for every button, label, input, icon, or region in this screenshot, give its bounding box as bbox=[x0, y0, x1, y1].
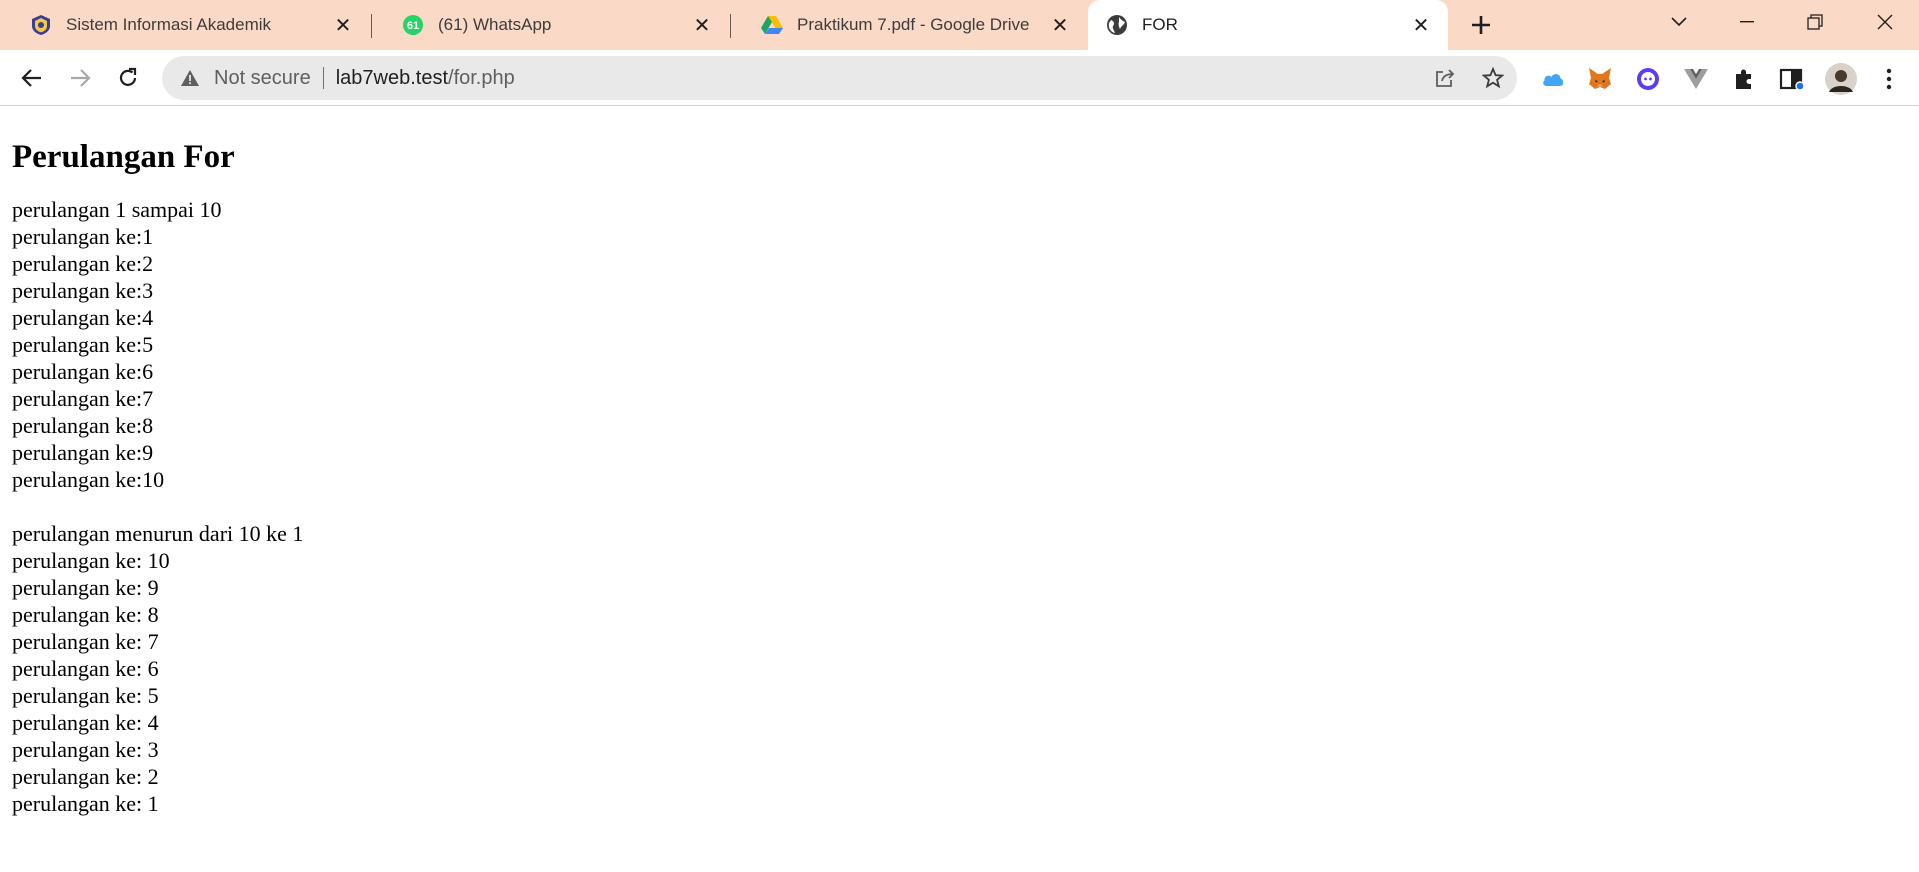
loop-line: perulangan ke:10 bbox=[12, 466, 165, 492]
university-crest-icon bbox=[30, 14, 52, 36]
profile-avatar[interactable] bbox=[1823, 61, 1859, 97]
loop-line: perulangan ke: 8 bbox=[12, 601, 159, 627]
close-window-icon[interactable] bbox=[1851, 0, 1919, 44]
metamask-fox-icon[interactable] bbox=[1585, 64, 1615, 94]
loop-line: perulangan ke:4 bbox=[12, 304, 154, 330]
loop-line: perulangan ke: 5 bbox=[12, 682, 159, 708]
browser-toolbar: Not secure lab7web.test/for.php bbox=[0, 50, 1919, 106]
loop-line: perulangan ke:5 bbox=[12, 331, 154, 357]
loop-line: perulangan ke: 1 bbox=[12, 790, 159, 816]
menu-kebab-icon[interactable] bbox=[1874, 64, 1904, 94]
restore-icon[interactable] bbox=[1781, 0, 1849, 44]
loop-line: perulangan ke: 7 bbox=[12, 628, 159, 654]
loop-line: perulangan ke:6 bbox=[12, 358, 154, 384]
descending-loop-output: perulangan menurun dari 10 ke 1 perulang… bbox=[12, 520, 1892, 817]
loop-line: perulangan ke: 10 bbox=[12, 547, 170, 573]
loop-line: perulangan ke: 2 bbox=[12, 763, 159, 789]
tab-title: FOR bbox=[1142, 15, 1178, 34]
globe-icon bbox=[1106, 14, 1128, 36]
back-arrow-icon[interactable] bbox=[16, 62, 48, 94]
address-bar[interactable]: Not secure lab7web.test/for.php bbox=[162, 56, 1517, 100]
close-tab-icon[interactable]: ✕ bbox=[1408, 12, 1434, 38]
loop-line: perulangan ke:7 bbox=[12, 385, 154, 411]
chat-extension-icon[interactable] bbox=[1633, 64, 1663, 94]
loop-line: perulangan ke: 9 bbox=[12, 574, 159, 600]
tab-google-drive[interactable]: Praktikum 7.pdf - Google Drive ✕ bbox=[731, 0, 1087, 50]
loop-line: perulangan ke:8 bbox=[12, 412, 154, 438]
loop-line: perulangan ke:3 bbox=[12, 277, 154, 303]
ascending-loop-output: perulangan 1 sampai 10 perulangan ke:1 p… bbox=[12, 196, 1892, 493]
side-panel-icon[interactable] bbox=[1777, 64, 1807, 94]
tab-whatsapp[interactable]: 61 (61) WhatsApp ✕ bbox=[372, 0, 729, 50]
vue-devtools-icon[interactable] bbox=[1681, 64, 1711, 94]
address-bar-actions bbox=[1421, 56, 1517, 100]
cloud-extension-icon[interactable] bbox=[1538, 64, 1568, 94]
warning-triangle-icon[interactable] bbox=[178, 66, 202, 90]
descending-intro: perulangan menurun dari 10 ke 1 bbox=[12, 520, 304, 546]
minimize-icon[interactable] bbox=[1713, 0, 1781, 44]
close-tab-icon[interactable]: ✕ bbox=[689, 12, 715, 38]
tab-strip: Sistem Informasi Akademik ✕ 61 (61) What… bbox=[0, 0, 1919, 50]
page-content: Perulangan For perulangan 1 sampai 10 pe… bbox=[12, 106, 1892, 817]
loop-line: perulangan ke: 6 bbox=[12, 655, 159, 681]
close-tab-icon[interactable]: ✕ bbox=[330, 12, 356, 38]
loop-line: perulangan ke:1 bbox=[12, 223, 154, 249]
google-drive-icon bbox=[761, 14, 783, 36]
new-tab-plus-icon[interactable] bbox=[1466, 10, 1496, 40]
forward-arrow-icon[interactable] bbox=[64, 62, 96, 94]
extensions-puzzle-icon[interactable] bbox=[1729, 64, 1759, 94]
tab-title: (61) WhatsApp bbox=[438, 15, 552, 34]
share-icon[interactable] bbox=[1421, 67, 1469, 89]
tab-for-active[interactable]: FOR ✕ bbox=[1088, 0, 1448, 50]
address-divider bbox=[322, 67, 324, 89]
url-text[interactable]: lab7web.test/for.php bbox=[336, 67, 515, 90]
security-label[interactable]: Not secure bbox=[214, 67, 311, 90]
url-path: /for.php bbox=[448, 66, 515, 89]
tab-title: Praktikum 7.pdf - Google Drive bbox=[797, 15, 1030, 34]
page-heading: Perulangan For bbox=[12, 139, 235, 175]
reload-icon[interactable] bbox=[112, 62, 144, 94]
tab-search-chevron-down-icon[interactable] bbox=[1645, 0, 1713, 44]
loop-line: perulangan ke: 4 bbox=[12, 709, 159, 735]
bookmark-star-icon[interactable] bbox=[1469, 67, 1517, 89]
tab-sistem-informasi[interactable]: Sistem Informasi Akademik ✕ bbox=[0, 0, 370, 50]
url-host: lab7web.test bbox=[335, 66, 449, 89]
line-break bbox=[12, 493, 1892, 520]
loop-line: perulangan ke:9 bbox=[12, 439, 154, 465]
unread-badge: 61 bbox=[407, 20, 419, 32]
loop-line: perulangan ke:2 bbox=[12, 250, 154, 276]
tab-title: Sistem Informasi Akademik bbox=[66, 15, 272, 34]
close-tab-icon[interactable]: ✕ bbox=[1047, 12, 1073, 38]
whatsapp-icon: 61 bbox=[402, 14, 424, 36]
ascending-intro: perulangan 1 sampai 10 bbox=[12, 196, 222, 222]
loop-line: perulangan ke: 3 bbox=[12, 736, 159, 762]
